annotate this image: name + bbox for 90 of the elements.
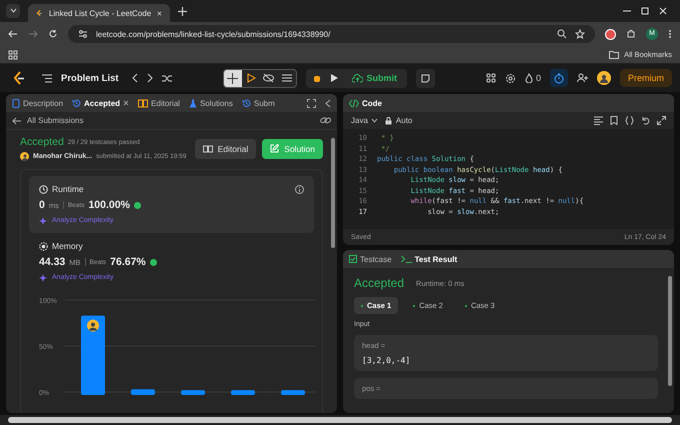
bookmark-icon[interactable]	[610, 116, 618, 125]
author-avatar	[20, 152, 29, 161]
checkbox-icon	[349, 255, 357, 263]
format-icon[interactable]	[594, 116, 603, 125]
apps-grid-icon[interactable]	[8, 50, 18, 60]
chart-bar[interactable]	[181, 390, 205, 395]
badge-icon	[134, 202, 141, 208]
result-status: Accepted	[354, 276, 404, 290]
upload-cloud-icon	[352, 74, 363, 82]
user-avatar-icon	[87, 320, 99, 332]
chevron-down-icon	[370, 118, 378, 123]
close-icon[interactable]	[157, 10, 162, 16]
site-settings-icon[interactable]	[78, 29, 88, 39]
timer-icon[interactable]	[550, 69, 568, 87]
forward-icon[interactable]	[28, 29, 38, 39]
lock-icon	[384, 116, 392, 124]
note-icon[interactable]	[416, 68, 436, 88]
premium-button[interactable]: Premium	[620, 69, 672, 87]
link-icon[interactable]	[320, 116, 331, 125]
document-icon	[12, 98, 20, 108]
new-tab-icon[interactable]	[178, 6, 187, 16]
sparkle-icon	[39, 273, 48, 282]
menu-icon[interactable]	[668, 29, 672, 39]
clock-icon	[39, 184, 48, 194]
next-icon[interactable]	[146, 73, 153, 83]
leetcode-logo-icon[interactable]	[12, 71, 25, 85]
reload-icon[interactable]	[48, 29, 58, 39]
history-icon	[72, 98, 82, 108]
beats-percent: 76.67%	[110, 256, 146, 268]
panel-tab[interactable]: Editorial	[138, 98, 180, 108]
address-bar[interactable]: leetcode.com/problems/linked-list-cycle/submissions/1694338990/	[68, 25, 595, 43]
streak-counter[interactable]: 0	[524, 73, 541, 83]
status-text: Accepted	[20, 136, 64, 148]
sparkle-icon	[39, 216, 48, 225]
chart-bar[interactable]	[131, 389, 155, 395]
editorial-button[interactable]: Editorial	[194, 138, 256, 158]
code-tab[interactable]: Code	[349, 98, 382, 108]
extension-icon[interactable]	[605, 28, 616, 40]
edit-icon	[270, 144, 280, 153]
badge-icon	[150, 258, 157, 266]
all-submissions-link[interactable]: All Submissions	[27, 116, 84, 125]
history-icon	[242, 98, 251, 108]
info-icon[interactable]	[295, 184, 304, 194]
book-icon	[138, 98, 148, 108]
tab-search-icon[interactable]	[6, 4, 20, 18]
chip-icon	[39, 242, 48, 250]
back-arrow-icon[interactable]	[12, 116, 21, 124]
chart-bar[interactable]	[81, 316, 105, 395]
collapse-icon[interactable]	[325, 98, 331, 108]
settings-icon[interactable]	[504, 72, 516, 84]
panel-tab[interactable]: Accepted	[72, 98, 130, 108]
metric-title: Memory	[52, 241, 83, 251]
shuffle-icon[interactable]	[162, 74, 172, 82]
panel-tab[interactable]: Description	[12, 98, 64, 108]
book-icon	[202, 144, 213, 152]
code-icon	[349, 98, 359, 108]
add-user-icon[interactable]	[577, 73, 588, 83]
bookmark-star-icon[interactable]	[575, 29, 585, 39]
leetcode-logo-icon	[36, 8, 43, 18]
mode-label[interactable]: Auto	[396, 116, 412, 125]
testcase-tab[interactable]: Testcase	[349, 254, 392, 264]
beats-percent: 100.00%	[88, 199, 130, 211]
layout-icon[interactable]	[486, 73, 496, 83]
param-value: [3,2,0,-4]	[362, 356, 412, 365]
terminal-icon	[400, 255, 412, 263]
move-icon[interactable]	[224, 70, 242, 86]
reset-icon[interactable]	[641, 116, 650, 125]
metric-value: 44.33	[39, 256, 66, 268]
user-avatar[interactable]	[597, 71, 611, 85]
chart-bar[interactable]	[281, 390, 305, 395]
metric-value: 0	[39, 199, 45, 211]
flask-icon	[188, 98, 197, 108]
panel-tab[interactable]: Solutions	[188, 98, 233, 108]
metric-title: Runtime	[52, 184, 84, 194]
panel-tab[interactable]: Subm	[242, 98, 275, 108]
previous-icon[interactable]	[132, 73, 138, 83]
restore-icon[interactable]	[640, 6, 650, 16]
language-dropdown[interactable]: Java	[351, 116, 378, 125]
fullscreen-icon[interactable]	[307, 98, 316, 108]
browser-tab[interactable]: Linked List Cycle - LeetCode	[28, 4, 170, 22]
chart-bar[interactable]	[231, 390, 255, 395]
test-result-tab[interactable]: Test Result	[400, 254, 458, 264]
expand-icon[interactable]	[657, 116, 666, 125]
zoom-icon[interactable]	[557, 29, 567, 39]
extensions-puzzle-icon[interactable]	[626, 29, 636, 39]
folder-icon	[609, 50, 620, 59]
list-icon[interactable]	[42, 74, 52, 82]
problem-list-link[interactable]: Problem List	[61, 72, 119, 84]
braces-icon[interactable]	[625, 116, 634, 125]
back-icon[interactable]	[8, 29, 18, 39]
